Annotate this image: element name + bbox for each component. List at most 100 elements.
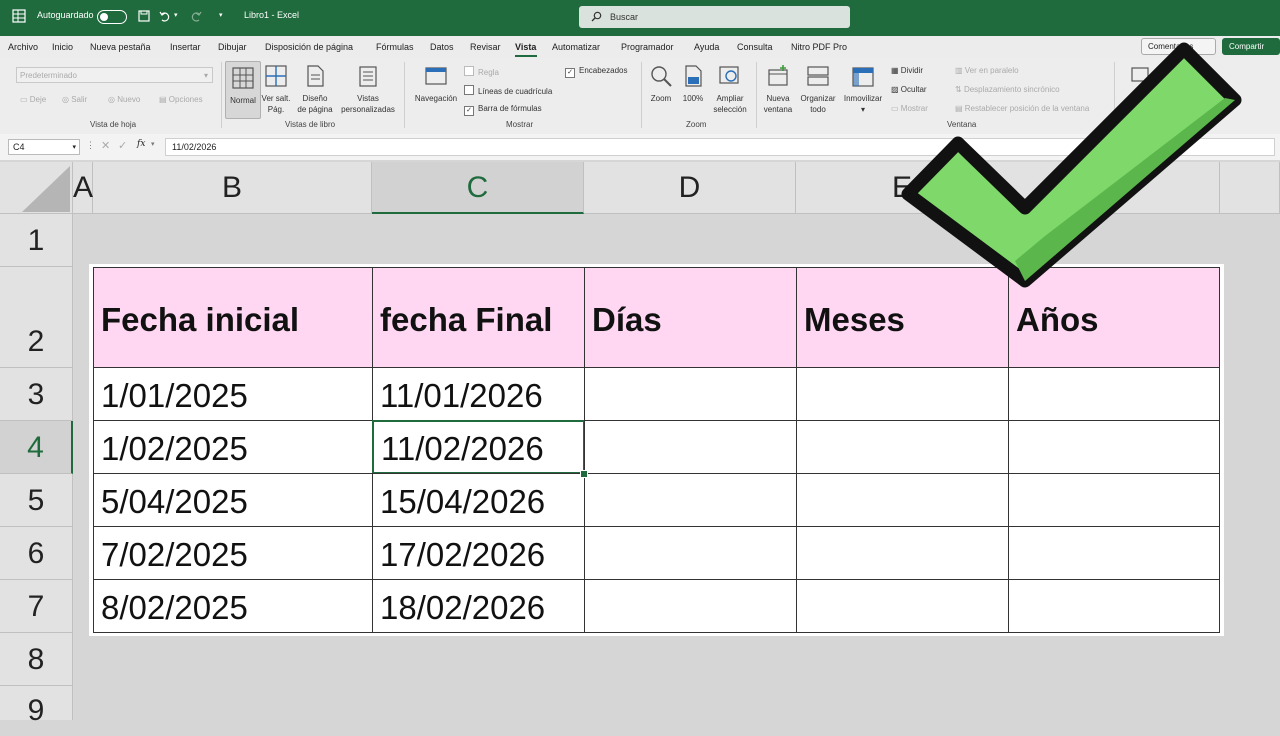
navigation-button[interactable]: Navegación [410,64,462,104]
sheet-view-value: Predeterminado [20,71,77,80]
tab-nitro-pdf[interactable]: Nitro PDF Pro [791,42,847,52]
custom-views-button[interactable]: Vistas personalizadas [338,64,398,115]
row-header-1[interactable]: 1 [0,214,73,267]
table-cell-e3[interactable] [796,367,1009,421]
ruler-checkbox[interactable]: Regla [464,66,499,77]
new-sheet-view-button[interactable]: ◎ Nuevo [108,95,140,104]
table-cell-e6[interactable] [796,526,1009,580]
table-cell-b6[interactable]: 7/02/2025 [93,526,373,580]
name-box[interactable]: C4 ▾ [8,139,80,155]
table-cell-b5[interactable]: 5/04/2025 [93,473,373,527]
normal-view-button[interactable]: Normal [225,61,261,119]
headings-checkbox[interactable]: ✓ Encabezados [565,66,627,78]
gridlines-checkbox[interactable]: Líneas de cuadrícula [464,85,552,96]
page-break-preview-button[interactable]: Ver salt. Pág. [260,64,292,115]
column-header-d[interactable]: D [584,162,796,214]
new-window-button[interactable]: Nueva ventana [760,64,796,115]
grid-view-icon [232,67,254,89]
table-cell-b4[interactable]: 1/02/2025 [93,420,373,474]
row-header-4[interactable]: 4 [0,421,73,474]
arrange-all-button[interactable]: Organizar todo [798,64,838,115]
row-header-8[interactable]: 8 [0,633,73,686]
cancel-icon[interactable]: ✕ [101,139,110,152]
formula-bar-checkbox[interactable]: ✓ Barra de fórmulas [464,104,542,116]
row-header-6[interactable]: 6 [0,527,73,580]
table-cell-b7[interactable]: 8/02/2025 [93,579,373,633]
column-header-c[interactable]: C [372,162,584,214]
tab-nueva-pestana[interactable]: Nueva pestaña [90,42,151,52]
tab-programador[interactable]: Programador [621,42,674,52]
table-cell-d4[interactable] [584,420,797,474]
select-all-button[interactable] [0,162,73,214]
tab-automatizar[interactable]: Automatizar [552,42,600,52]
table-cell-e7[interactable] [796,579,1009,633]
table-cell-c6[interactable]: 17/02/2026 [372,526,585,580]
table-cell-c4-active[interactable]: 11/02/2026 [372,420,585,474]
save-icon[interactable] [137,9,151,23]
customize-toolbar-icon[interactable]: ▾ [219,11,223,19]
table-cell-c7[interactable]: 18/02/2026 [372,579,585,633]
custom-views-icon [359,66,377,87]
freeze-panes-label: Inmovilizar [843,94,883,103]
undo-icon[interactable] [158,9,172,23]
tab-inicio[interactable]: Inicio [52,42,73,52]
row-header-2[interactable]: 2 [0,267,73,368]
column-header-b[interactable]: B [93,162,372,214]
row-header-5[interactable]: 5 [0,474,73,527]
tab-datos[interactable]: Datos [430,42,454,52]
group-label-show: Mostrar [506,120,534,129]
table-cell-e4[interactable] [796,420,1009,474]
header-cell-fecha-inicial[interactable]: Fecha inicial [93,267,373,368]
redo-icon[interactable] [189,9,203,23]
page-break-label-1: Ver salt. [261,94,291,103]
autosave-toggle[interactable] [97,10,127,24]
table-cell-d3[interactable] [584,367,797,421]
table-cell-f6[interactable] [1008,526,1220,580]
zoom-selection-button[interactable]: Ampliar selección [709,64,751,115]
tab-dibujar[interactable]: Dibujar [218,42,247,52]
header-cell-fecha-final[interactable]: fecha Final [372,267,585,368]
sheet-view-options-button[interactable]: ▤ Opciones [159,95,203,104]
sheet-view-dropdown[interactable]: Predeterminado ▾ [16,67,213,83]
page-layout-icon [307,65,324,87]
tab-disposicion[interactable]: Disposición de página [265,42,353,52]
table-cell-d6[interactable] [584,526,797,580]
search-box[interactable]: Buscar [579,6,850,28]
undo-dropdown-icon[interactable]: ▾ [174,11,178,19]
row-header-7[interactable]: 7 [0,580,73,633]
insert-function-button[interactable]: fx [137,139,145,149]
tab-archivo[interactable]: Archivo [8,42,38,52]
column-header-a[interactable]: A [73,162,93,214]
page-layout-button[interactable]: Diseño de página [295,64,335,115]
table-cell-f4[interactable] [1008,420,1220,474]
tab-consulta[interactable]: Consulta [737,42,773,52]
tab-insertar[interactable]: Insertar [170,42,201,52]
zoom-100-button[interactable]: 100% [679,64,707,104]
row-header-3[interactable]: 3 [0,368,73,421]
enter-icon[interactable]: ✓ [118,139,127,152]
tab-formulas[interactable]: Fórmulas [376,42,414,52]
table-cell-e5[interactable] [796,473,1009,527]
keep-sheet-view-button[interactable]: ▭ Deje [20,95,46,104]
table-cell-f7[interactable] [1008,579,1220,633]
tab-vista[interactable]: Vista [515,42,536,52]
fill-handle[interactable] [580,470,588,478]
freeze-panes-button[interactable]: Inmovilizar ▾ [840,64,886,115]
tab-ayuda[interactable]: Ayuda [694,42,719,52]
table-cell-f5[interactable] [1008,473,1220,527]
zoom-100-icon [685,65,702,87]
table-cell-b3[interactable]: 1/01/2025 [93,367,373,421]
tab-revisar[interactable]: Revisar [470,42,501,52]
table-cell-d5[interactable] [584,473,797,527]
table-cell-c5[interactable]: 15/04/2026 [372,473,585,527]
table-cell-f3[interactable] [1008,367,1220,421]
row-header-9[interactable]: 9 [0,686,73,727]
exit-sheet-view-button[interactable]: ◎ Salir [62,95,87,104]
arrange-all-label-2: todo [810,105,826,114]
new-window-icon [768,65,788,86]
new-label: Nuevo [117,95,141,104]
zoom-button[interactable]: Zoom [646,64,676,104]
header-cell-dias[interactable]: Días [584,267,797,368]
table-cell-d7[interactable] [584,579,797,633]
table-cell-c3[interactable]: 11/01/2026 [372,367,585,421]
